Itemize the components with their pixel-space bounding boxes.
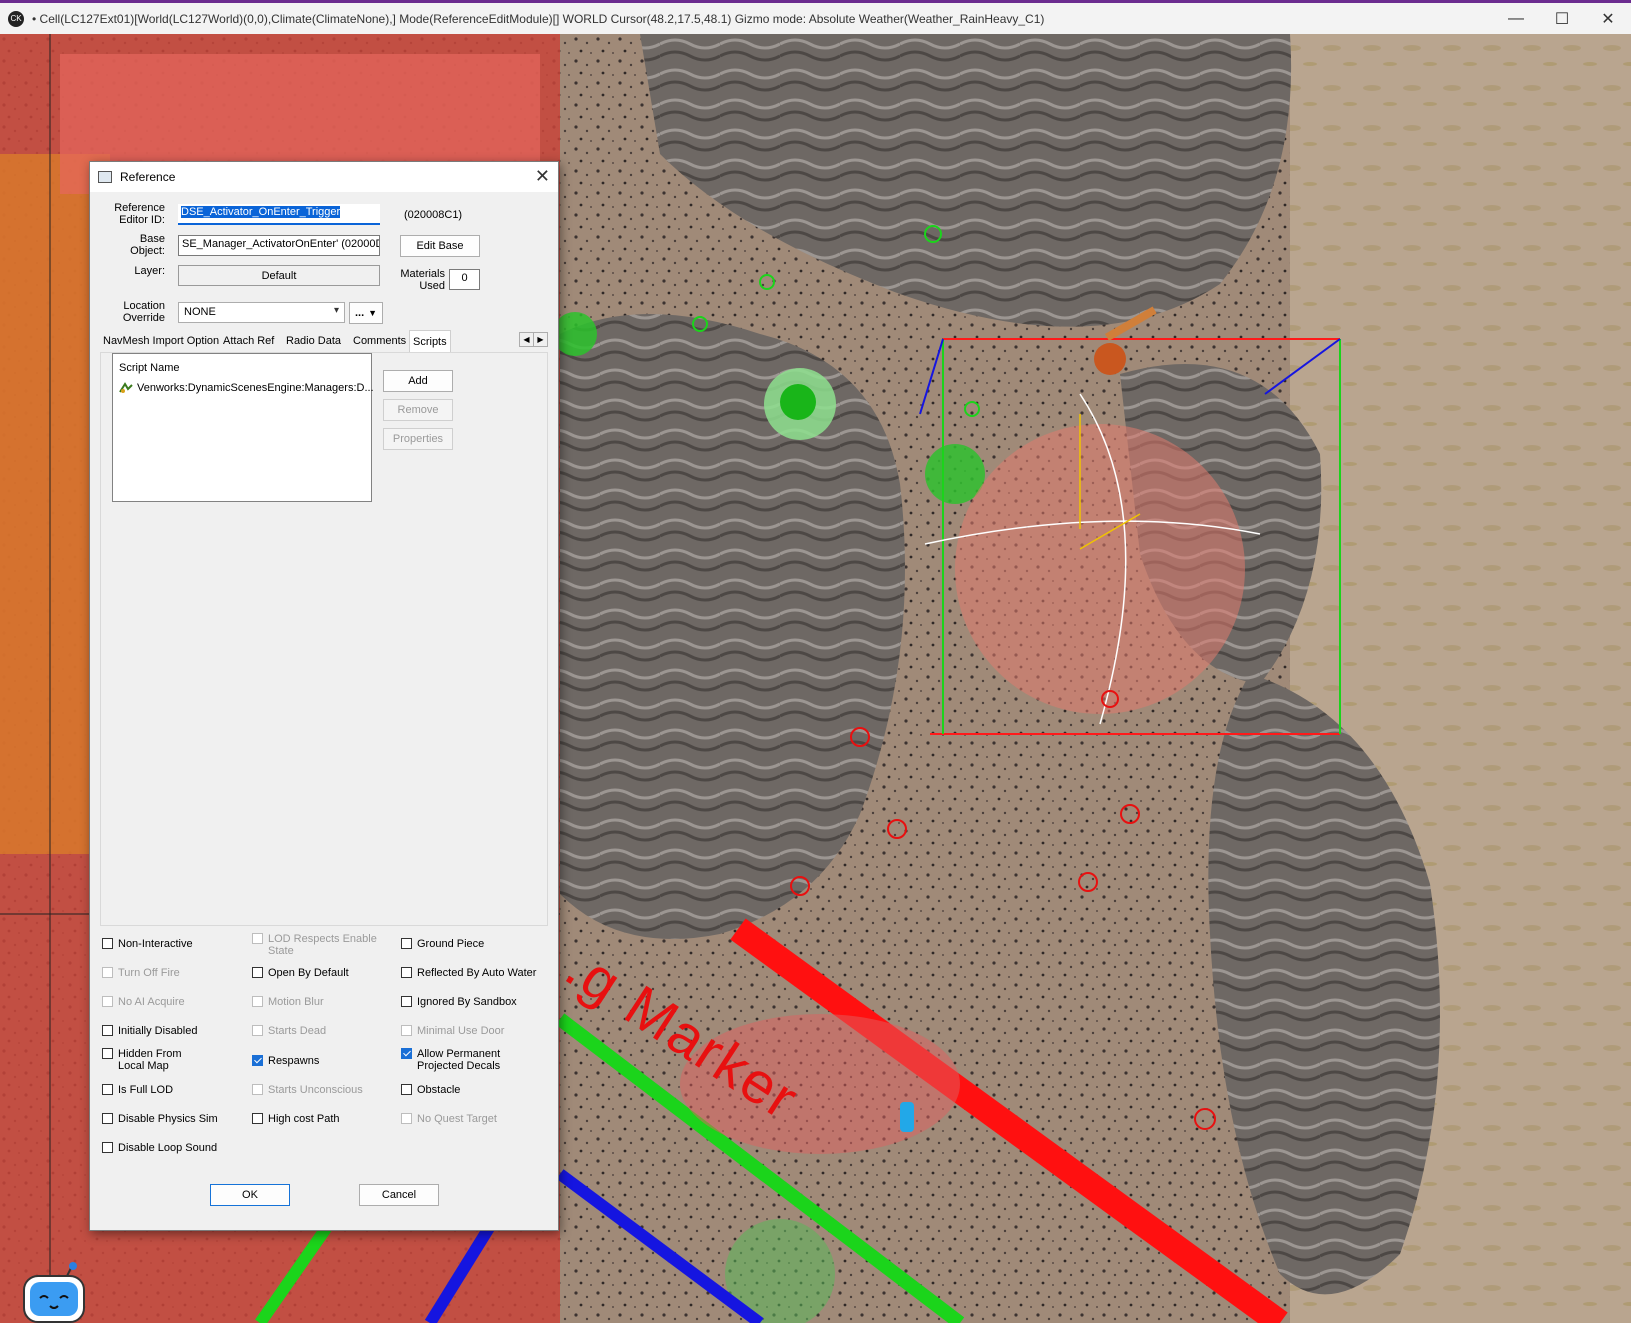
window-titlebar[interactable]: CK • Cell(LC127Ext01)[World(LC127World)(…: [0, 0, 1631, 34]
close-window-button[interactable]: ✕: [1585, 4, 1631, 34]
is-full-lod-checkbox[interactable]: Is Full LOD: [102, 1084, 173, 1096]
materials-used-label: Materials Used: [400, 268, 445, 292]
form-id-text: (020008C1): [404, 209, 463, 221]
tab-strip: NavMesh Import Option Attach Ref Radio D…: [100, 330, 548, 352]
lod-respects-enable-state-checkbox[interactable]: LOD Respects Enable State: [252, 933, 387, 957]
checkbox-box[interactable]: [102, 1084, 113, 1095]
tab-radio-data[interactable]: Radio Data: [283, 330, 344, 351]
checkbox-box[interactable]: [102, 938, 113, 949]
edit-base-button[interactable]: Edit Base: [400, 235, 480, 257]
script-name-header[interactable]: Script Name: [119, 362, 180, 374]
layer-label: Layer:: [134, 265, 165, 277]
cancel-button[interactable]: Cancel: [359, 1184, 439, 1206]
starts-dead-checkbox[interactable]: Starts Dead: [252, 1025, 326, 1037]
checkbox-box[interactable]: [401, 1025, 412, 1036]
script-list-item[interactable]: Venworks:DynamicScenesEngine:Managers:D.…: [119, 382, 374, 394]
dialog-titlebar[interactable]: Reference ✕: [90, 162, 558, 192]
checkbox-box[interactable]: [252, 1055, 263, 1066]
reference-dialog[interactable]: Reference ✕ Reference Editor ID: DSE_Act…: [89, 161, 559, 1231]
checkbox-box[interactable]: [252, 933, 263, 944]
no-ai-acquire-checkbox[interactable]: No AI Acquire: [102, 996, 185, 1008]
location-override-label: Location Override: [122, 300, 165, 324]
checkbox-box[interactable]: [102, 1048, 113, 1059]
editor-id-input[interactable]: DSE_Activator_OnEnter_Trigger: [178, 204, 380, 225]
materials-used-field[interactable]: 0: [449, 269, 480, 290]
checkbox-box[interactable]: [102, 967, 113, 978]
checkbox-box[interactable]: [401, 1113, 412, 1124]
non-interactive-checkbox[interactable]: Non-Interactive: [102, 938, 193, 950]
checkbox-box[interactable]: [252, 996, 263, 1007]
base-object-field[interactable]: SE_Manager_ActivatorOnEnter' (02000DE: [178, 235, 380, 256]
script-icon: [119, 382, 133, 393]
tab-scroll-right-icon[interactable]: ▶: [533, 332, 548, 347]
ok-button[interactable]: OK: [210, 1184, 290, 1206]
ground-piece-checkbox[interactable]: Ground Piece: [401, 938, 484, 950]
script-properties-button[interactable]: Properties: [383, 428, 453, 450]
robot-mascot-icon: [23, 1262, 85, 1323]
checkbox-box[interactable]: [401, 1048, 412, 1059]
checkbox-box[interactable]: [252, 1025, 263, 1036]
turn-off-fire-checkbox[interactable]: Turn Off Fire: [102, 967, 180, 979]
layer-field: Default: [178, 265, 380, 286]
checkbox-box[interactable]: [401, 938, 412, 949]
allow-permanent-projected-decals-checkbox[interactable]: Allow Permanent Projected Decals: [401, 1048, 521, 1072]
tab-comments[interactable]: Comments: [350, 330, 409, 351]
script-list[interactable]: Script Name Venworks:DynamicScenesEngine…: [112, 353, 374, 502]
window-title: • Cell(LC127Ext01)[World(LC127World)(0,0…: [32, 11, 1045, 26]
checkbox-box[interactable]: [252, 1113, 263, 1124]
editor-id-label: Reference Editor ID:: [114, 202, 165, 226]
no-quest-target-checkbox[interactable]: No Quest Target: [401, 1113, 497, 1125]
hidden-from-local-map-checkbox[interactable]: Hidden From Local Map: [102, 1048, 192, 1072]
app-icon: CK: [8, 10, 24, 27]
high-cost-path-checkbox[interactable]: High cost Path: [252, 1113, 340, 1125]
location-more-button[interactable]: ... ▼: [349, 302, 383, 324]
checkbox-box[interactable]: [401, 1084, 412, 1095]
motion-blur-checkbox[interactable]: Motion Blur: [252, 996, 324, 1008]
checkbox-box[interactable]: [102, 996, 113, 1007]
obstacle-checkbox[interactable]: Obstacle: [401, 1084, 460, 1096]
window-icon: [98, 171, 112, 183]
respawns-checkbox[interactable]: Respawns: [252, 1055, 319, 1067]
chevron-down-icon: ▾: [333, 305, 339, 316]
checkbox-box[interactable]: [102, 1025, 113, 1036]
base-object-label: Base Object:: [130, 233, 165, 257]
tab-attach-ref[interactable]: Attach Ref: [220, 330, 277, 351]
initially-disabled-checkbox[interactable]: Initially Disabled: [102, 1025, 197, 1037]
close-icon[interactable]: ✕: [535, 166, 550, 187]
add-script-button[interactable]: Add: [383, 370, 453, 392]
tab-scripts[interactable]: Scripts: [409, 330, 451, 352]
checkbox-box[interactable]: [401, 996, 412, 1007]
dialog-title: Reference: [120, 170, 176, 184]
starts-unconscious-checkbox[interactable]: Starts Unconscious: [252, 1084, 363, 1096]
checkbox-box[interactable]: [401, 967, 412, 978]
checkbox-box[interactable]: [102, 1142, 113, 1153]
checkbox-box[interactable]: [252, 967, 263, 978]
disable-physics-sim-checkbox[interactable]: Disable Physics Sim: [102, 1113, 218, 1125]
checkbox-box[interactable]: [102, 1113, 113, 1124]
ignored-by-sandbox-checkbox[interactable]: Ignored By Sandbox: [401, 996, 517, 1008]
tab-scroll-left-icon[interactable]: ◀: [519, 332, 534, 347]
open-by-default-checkbox[interactable]: Open By Default: [252, 967, 349, 979]
minimal-use-door-checkbox[interactable]: Minimal Use Door: [401, 1025, 504, 1037]
maximize-button[interactable]: ☐: [1539, 4, 1585, 34]
disable-loop-sound-checkbox[interactable]: Disable Loop Sound: [102, 1142, 217, 1154]
checkbox-box[interactable]: [252, 1084, 263, 1095]
dropdown-arrow-icon: ▼: [368, 308, 378, 318]
remove-script-button[interactable]: Remove: [383, 399, 453, 421]
reflected-by-auto-water-checkbox[interactable]: Reflected By Auto Water: [401, 967, 536, 979]
tab-navmesh-import-option[interactable]: NavMesh Import Option: [100, 330, 222, 351]
location-override-select[interactable]: NONE ▾: [178, 302, 345, 323]
minimize-button[interactable]: —: [1493, 4, 1539, 34]
